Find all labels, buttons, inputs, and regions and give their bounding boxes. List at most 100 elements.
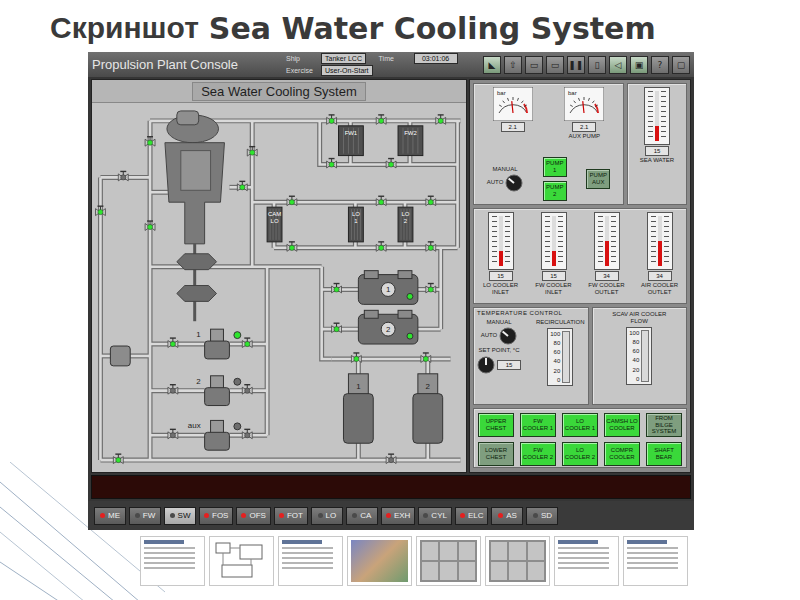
- field-value[interactable]: Tanker LCC: [321, 53, 366, 64]
- valve-button[interactable]: FW COOLER 2: [520, 442, 556, 466]
- scale-number: 80: [633, 339, 640, 345]
- toolbar-button[interactable]: ▣: [630, 56, 648, 74]
- slide-thumbnail[interactable]: [485, 536, 550, 586]
- compressor[interactable]: 2: [358, 310, 418, 344]
- system-tab[interactable]: ELC: [455, 507, 489, 525]
- knob-icon[interactable]: [505, 174, 523, 192]
- valve-button[interactable]: COMPR COOLER: [604, 442, 640, 466]
- valve[interactable]: [426, 284, 436, 293]
- system-tab[interactable]: AS: [491, 507, 523, 525]
- valve[interactable]: [376, 242, 386, 251]
- pump-button[interactable]: PUMP AUX: [586, 169, 610, 189]
- cooler[interactable]: FW1: [339, 126, 364, 156]
- valve[interactable]: [421, 353, 431, 362]
- valve[interactable]: [386, 159, 396, 168]
- valve[interactable]: [386, 454, 396, 463]
- valve[interactable]: [118, 171, 128, 180]
- slide-thumbnail[interactable]: [209, 536, 274, 586]
- system-tab[interactable]: SW: [164, 507, 196, 525]
- valve[interactable]: [376, 115, 386, 124]
- valve[interactable]: [287, 196, 297, 205]
- system-tab[interactable]: CYL: [418, 507, 452, 525]
- valve[interactable]: [376, 196, 386, 205]
- sw-pump[interactable]: 2: [196, 376, 241, 406]
- cooler[interactable]: CAMLO: [267, 207, 282, 242]
- field-value[interactable]: 03:01:06: [414, 53, 458, 64]
- sea-chest[interactable]: 2: [413, 374, 443, 443]
- cooler-fin: [409, 209, 410, 240]
- valve[interactable]: [332, 323, 342, 332]
- system-tab[interactable]: FOS: [199, 507, 233, 525]
- valve-button[interactable]: FROM BILGE SYSTEM: [646, 413, 682, 437]
- system-tab[interactable]: FOT: [274, 507, 308, 525]
- valve[interactable]: [351, 353, 361, 362]
- cooler[interactable]: LO1: [348, 207, 363, 242]
- valve[interactable]: [332, 284, 342, 293]
- compressor[interactable]: 1: [358, 271, 418, 305]
- slide-thumbnail[interactable]: [347, 536, 412, 586]
- pump-button[interactable]: PUMP 2: [543, 181, 567, 201]
- set-point-knob-icon[interactable]: [477, 356, 495, 374]
- system-tab[interactable]: SD: [526, 507, 558, 525]
- cooler[interactable]: LO2: [398, 207, 413, 242]
- sw-pump[interactable]: 1: [196, 329, 241, 359]
- valve[interactable]: [96, 206, 106, 215]
- slide-thumbnail[interactable]: [278, 536, 343, 586]
- slide-thumbnail[interactable]: [554, 536, 619, 586]
- valve[interactable]: [426, 196, 436, 205]
- valve-state-lamp: [334, 287, 339, 292]
- system-tab[interactable]: LO: [311, 507, 343, 525]
- sea-chest[interactable]: 1: [343, 374, 373, 443]
- pump-button[interactable]: PUMP 1: [543, 157, 567, 177]
- valve[interactable]: [287, 242, 297, 251]
- toolbar-button[interactable]: ▢: [672, 56, 690, 74]
- toolbar-button[interactable]: ?: [651, 56, 669, 74]
- toolbar-button[interactable]: ▯: [588, 56, 606, 74]
- valve[interactable]: [436, 115, 446, 124]
- thumb-photo: [351, 540, 408, 582]
- toolbar-button[interactable]: ❚❚: [567, 56, 585, 74]
- valve[interactable]: [145, 137, 155, 146]
- thumb-screen: [420, 540, 477, 582]
- knob-icon[interactable]: [499, 327, 517, 345]
- system-tab[interactable]: CA: [346, 507, 378, 525]
- sw-pump[interactable]: aux: [188, 420, 241, 450]
- toolbar-button[interactable]: ◁: [609, 56, 627, 74]
- valve[interactable]: [426, 242, 436, 251]
- toolbar-button[interactable]: ◣: [483, 56, 501, 74]
- valve[interactable]: [237, 181, 247, 190]
- toolbar-button[interactable]: ▭: [525, 56, 543, 74]
- system-tab[interactable]: ME: [94, 507, 126, 525]
- cooler[interactable]: FW2: [398, 126, 423, 156]
- valve-button[interactable]: FW COOLER 1: [520, 413, 556, 437]
- valve[interactable]: [327, 159, 337, 168]
- slide-thumbnail[interactable]: [416, 536, 481, 586]
- toolbar-button[interactable]: ▭: [546, 56, 564, 74]
- valve[interactable]: [168, 429, 178, 438]
- valve-button[interactable]: LOWER CHEST: [478, 442, 514, 466]
- slide-thumbnail[interactable]: [623, 536, 688, 586]
- pump-mode-switch[interactable]: MANUALAUTO: [487, 166, 524, 192]
- valve-button[interactable]: LO COOLER 2: [562, 442, 598, 466]
- valve[interactable]: [168, 338, 178, 347]
- valve-button[interactable]: SHAFT BEAR: [646, 442, 682, 466]
- valve[interactable]: [327, 115, 337, 124]
- valve[interactable]: [242, 385, 252, 394]
- valve[interactable]: [247, 147, 257, 156]
- system-tab[interactable]: OFS: [236, 507, 270, 525]
- valve[interactable]: [145, 221, 155, 230]
- system-tab[interactable]: FW: [129, 507, 161, 525]
- system-tab[interactable]: EXH: [381, 507, 415, 525]
- mode-switch[interactable]: MANUALAUTO: [481, 319, 518, 345]
- slide-thumbnail[interactable]: [140, 536, 205, 586]
- valve[interactable]: [242, 429, 252, 438]
- valve[interactable]: [113, 454, 123, 463]
- field-value[interactable]: User-On-Start: [321, 65, 373, 76]
- valve[interactable]: [242, 338, 252, 347]
- valve[interactable]: [168, 385, 178, 394]
- valve-button[interactable]: LO COOLER 1: [562, 413, 598, 437]
- toolbar-button[interactable]: ⇧: [504, 56, 522, 74]
- set-point-control[interactable]: 15: [477, 356, 521, 374]
- valve-button[interactable]: CAMSH LO COOLER: [604, 413, 640, 437]
- valve-button[interactable]: UPPER CHEST: [478, 413, 514, 437]
